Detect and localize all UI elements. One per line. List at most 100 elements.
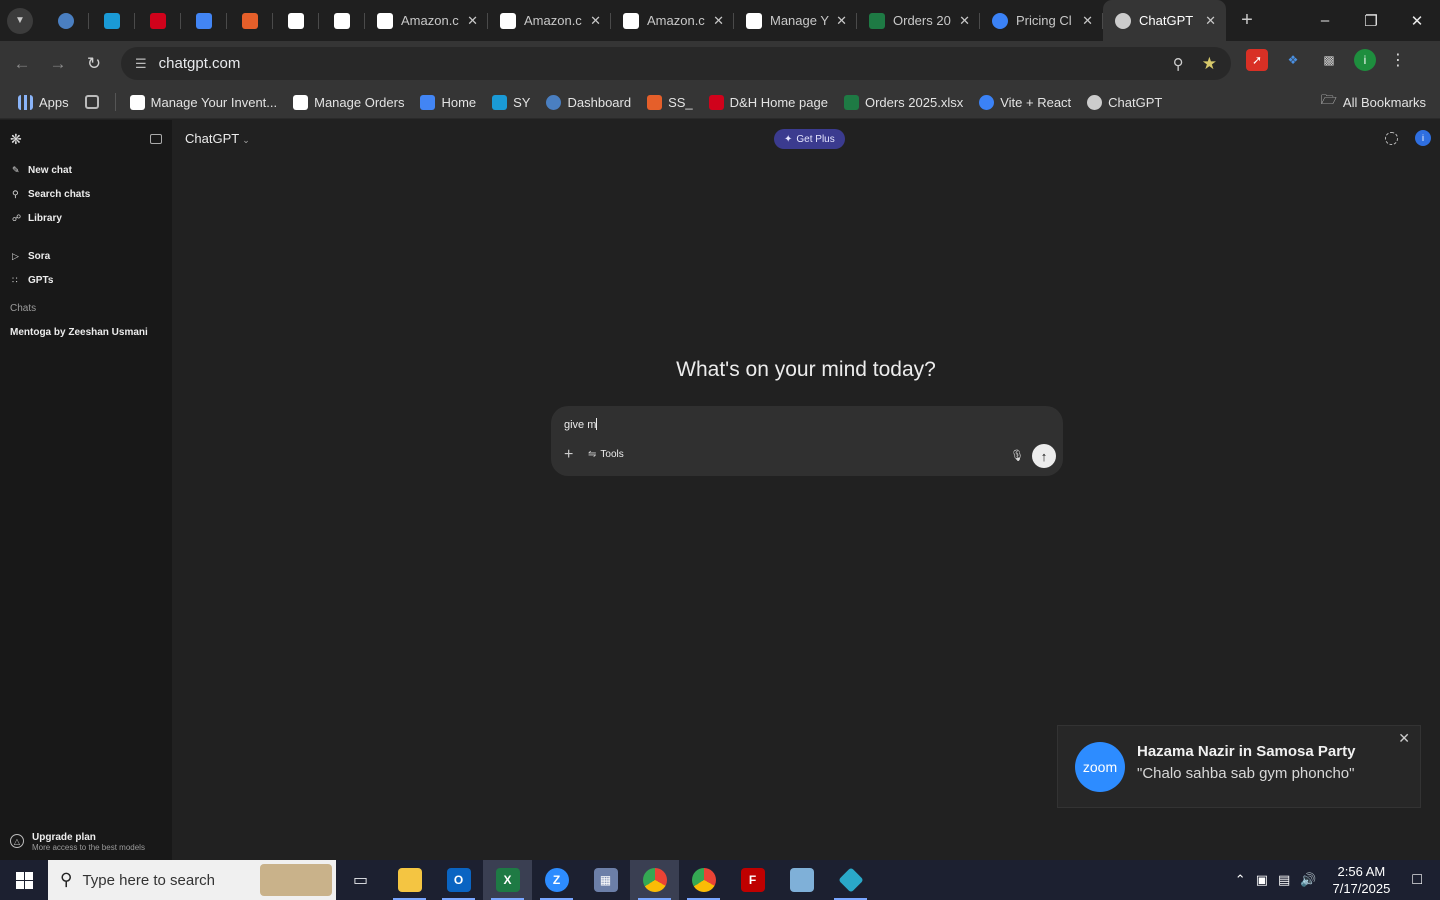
url-text[interactable]: chatgpt.com — [159, 55, 1173, 72]
get-plus-button[interactable]: ✦ Get Plus — [774, 129, 845, 149]
pinned-tab[interactable] — [273, 0, 319, 41]
bookmark-manage-inventory[interactable]: Manage Your Invent... — [129, 94, 277, 110]
extension-icon[interactable]: ❖ — [1282, 49, 1304, 71]
bookmark-dh-home[interactable]: D&H Home page — [708, 94, 828, 110]
model-selector[interactable]: ChatGPT ⌄ — [185, 131, 250, 146]
tray-app-icon[interactable]: ▣ — [1256, 872, 1268, 888]
sidebar-item-sora[interactable]: ▷ Sora — [0, 244, 172, 268]
upgrade-plan-button[interactable]: △ Upgrade plan More access to the best m… — [10, 832, 145, 852]
taskbar-outlook[interactable]: O — [434, 860, 483, 900]
task-view-button[interactable]: ▭ — [336, 860, 385, 900]
taskbar-excel[interactable]: X — [483, 860, 532, 900]
sidebar-item-search-chats[interactable]: ⚲ Search chats — [0, 182, 172, 206]
taskbar-chrome[interactable] — [630, 860, 679, 900]
sidebar-item-new-chat[interactable]: ✎ New chat — [0, 158, 172, 182]
tab-amazon-3[interactable]: Amazon.c ✕ — [611, 0, 734, 41]
forward-icon[interactable]: → — [40, 54, 76, 74]
send-button[interactable]: ↑ — [1032, 444, 1056, 468]
close-icon[interactable]: ✕ — [1205, 13, 1216, 29]
pinned-tab[interactable] — [319, 0, 365, 41]
taskbar-zoom[interactable]: Z — [532, 860, 581, 900]
taskbar-filezilla[interactable]: F — [728, 860, 777, 900]
address-bar[interactable]: ☰ chatgpt.com ⚲ ★ — [121, 47, 1231, 80]
excel-icon: X — [495, 868, 520, 892]
bookmark-star-icon[interactable]: ★ — [1202, 54, 1217, 74]
zoom-notification[interactable]: zoom Hazama Nazir in Samosa Party "Chalo… — [1057, 725, 1421, 808]
clock[interactable]: 2:56 AM 7/17/2025 — [1332, 863, 1390, 897]
all-bookmarks[interactable]: 🗁 All Bookmarks — [1321, 91, 1426, 113]
taskbar-calculator[interactable]: ▦ — [581, 860, 630, 900]
app-icon — [789, 868, 814, 892]
openai-logo-icon[interactable]: ❋ — [10, 131, 22, 148]
minimize-icon[interactable]: – — [1302, 12, 1348, 30]
network-icon[interactable]: ▤ — [1278, 872, 1290, 888]
new-tab-button[interactable]: + — [1232, 9, 1262, 32]
pinned-tab[interactable] — [43, 0, 89, 41]
sidebar-item-gpts[interactable]: ∷ GPTs — [0, 268, 172, 292]
close-icon[interactable]: ✕ — [467, 13, 478, 29]
amazon-icon — [334, 12, 350, 29]
restore-icon[interactable]: ❐ — [1348, 12, 1394, 30]
sliders-icon: ⇋ — [588, 449, 597, 460]
pinned-tab[interactable] — [227, 0, 273, 41]
chat-history-item[interactable]: Mentoga by Zeeshan Usmani — [0, 320, 172, 344]
zoom-logo: zoom — [1075, 742, 1125, 792]
pdf-extension-icon[interactable]: ➚ — [1246, 49, 1268, 71]
chrome-menu-icon[interactable]: ⋮ — [1390, 50, 1406, 70]
sidebar-item-library[interactable]: ☍ Library — [0, 206, 172, 230]
bookmark-sy[interactable]: SY — [492, 94, 530, 110]
bookmark-apps[interactable]: Apps — [18, 94, 69, 110]
outlook-icon: O — [446, 868, 471, 892]
tab-amazon-2[interactable]: Amazon.c ✕ — [488, 0, 611, 41]
zoom-icon[interactable]: ⚲ — [1173, 55, 1184, 73]
tab-pricing[interactable]: Pricing Cl ✕ — [980, 0, 1103, 41]
bookmark-home[interactable]: Home — [420, 94, 476, 110]
microphone-icon[interactable]: 🎙 — [1010, 449, 1024, 462]
close-icon[interactable]: ✕ — [590, 13, 601, 29]
extensions-puzzle-icon[interactable]: ▩ — [1318, 49, 1340, 71]
close-icon[interactable]: ✕ — [1398, 730, 1410, 747]
close-icon[interactable]: ✕ — [836, 13, 847, 29]
taskbar-app[interactable] — [777, 860, 826, 900]
reload-icon[interactable]: ↻ — [76, 54, 112, 74]
bookmark-ss[interactable]: SS_ — [647, 94, 693, 110]
temporary-chat-icon[interactable] — [1385, 132, 1398, 145]
tab-chatgpt[interactable]: ChatGPT ✕ — [1103, 0, 1226, 41]
pinned-tab[interactable] — [181, 0, 227, 41]
account-avatar[interactable]: i — [1415, 130, 1431, 146]
bookmark-manage-orders[interactable]: Manage Orders — [293, 94, 404, 110]
start-button[interactable] — [0, 860, 48, 900]
sidebar-toggle-icon[interactable] — [150, 134, 162, 144]
taskbar-file-explorer[interactable] — [385, 860, 434, 900]
bookmark-dashboard[interactable]: Dashboard — [546, 94, 631, 110]
close-icon[interactable]: ✕ — [713, 13, 724, 29]
pinned-tab[interactable] — [89, 0, 135, 41]
tab-manage[interactable]: Manage Y ✕ — [734, 0, 857, 41]
taskbar-app-2[interactable] — [826, 860, 875, 900]
tab-search-button[interactable]: ▼ — [7, 7, 33, 34]
add-attachment-icon[interactable]: + — [564, 446, 573, 464]
bookmark-orders-2025[interactable]: Orders 2025.xlsx — [843, 94, 963, 110]
site-settings-icon[interactable]: ☰ — [135, 56, 147, 72]
profile-avatar[interactable]: i — [1354, 49, 1376, 71]
chevron-up-icon[interactable]: ⌃ — [1235, 872, 1246, 888]
folder-icon: 🗁 — [1320, 92, 1337, 107]
taskbar-search[interactable]: ⚲ Type here to search — [48, 860, 336, 900]
amazon-icon — [288, 12, 304, 29]
pinned-tab[interactable] — [135, 0, 181, 41]
bookmark-chatgpt[interactable]: ChatGPT — [1087, 94, 1162, 110]
tab-amazon-1[interactable]: Amazon.c ✕ — [365, 0, 488, 41]
taskbar-chrome-2[interactable] — [679, 860, 728, 900]
tab-groups-icon[interactable] — [84, 95, 99, 109]
prompt-input[interactable]: give m — [564, 418, 598, 431]
close-icon[interactable]: ✕ — [959, 13, 970, 29]
tab-orders[interactable]: Orders 20 ✕ — [857, 0, 980, 41]
notifications-icon[interactable]: □ — [1412, 871, 1422, 889]
back-icon[interactable]: ← — [4, 54, 40, 74]
tools-button[interactable]: ⇋ Tools — [588, 449, 624, 460]
bookmark-vite-react[interactable]: Vite + React — [979, 94, 1071, 110]
close-icon[interactable]: ✕ — [1082, 13, 1093, 29]
close-window-icon[interactable]: ✕ — [1394, 12, 1440, 30]
volume-icon[interactable]: 🔊 — [1300, 872, 1316, 888]
prompt-composer[interactable]: give m + ⇋ Tools 🎙 ↑ — [551, 406, 1063, 476]
